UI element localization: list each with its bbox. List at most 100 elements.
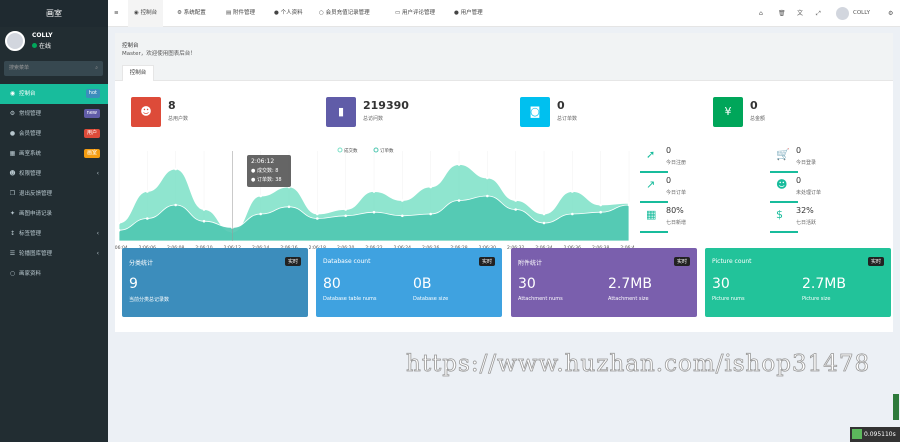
side-stat-value: 80% [666,206,684,215]
data-point[interactable] [514,199,517,202]
translate-icon[interactable]: 文 [797,0,803,27]
sidebar-item-0[interactable]: ◉ 控制台 hot [0,84,108,104]
fullscreen-icon[interactable]: ⤢ [816,0,821,27]
data-point[interactable] [542,212,546,216]
tab-dashboard[interactable]: 控制台 [122,65,154,81]
data-point[interactable] [542,221,546,225]
data-point[interactable] [287,205,291,209]
settings-gear-icon[interactable]: ⚙ [888,0,893,27]
card-value-1: 30 [712,276,730,292]
summary-card-0: 分类统计 实时 9 当前分类总记录数 [122,248,308,317]
sidebar-item-label: 画图申请记录 [19,211,53,217]
data-point[interactable] [401,199,404,202]
legend-item[interactable]: 成交数 [337,147,358,154]
data-point[interactable] [571,190,574,193]
data-point[interactable] [316,212,319,216]
sidebar-item-6[interactable]: ✦ 画图申请记录 [0,204,108,224]
sort-icon: ↕ [9,230,16,237]
tab-1[interactable]: ⚙ 系统配置 [171,0,212,27]
data-point[interactable] [401,214,404,218]
tab-label: 系统配置 [183,10,206,16]
menu-toggle-icon[interactable]: ≡ [114,0,119,27]
sidebar-item-3[interactable]: ▦ 画室系统 画室 [0,144,108,164]
search-icon[interactable]: ⌕ [95,61,98,76]
data-point[interactable] [486,194,489,198]
tab-5[interactable]: ▭ 用户评论管理 [389,0,441,27]
app-logo[interactable]: 画室 [0,0,108,27]
rocket-icon: ➚ [646,148,656,161]
data-point[interactable] [259,212,262,216]
data-point[interactable] [372,190,376,193]
sidebar-menu: ◉ 控制台 hot ⚙ 常规管理 new ● 会员管理 用户 ▦ 画室系统 画室 ☻ 权限管理 ‹ ❐ 退出反馈… [0,84,108,284]
tab-2[interactable]: ▤ 附件管理 [220,0,261,27]
cog-icon: ⚙ [177,10,184,16]
topbar-user-name[interactable]: COLLY [853,0,870,27]
stat-value: 8 [168,99,176,112]
legend-item[interactable]: 订单数 [373,147,394,154]
data-point[interactable] [174,203,177,207]
tab-3[interactable]: ● 个人资料 [268,0,309,27]
card-sublabel-2: Attachment size [608,296,649,302]
sidebar-item-5[interactable]: ❐ 退出反馈管理 [0,184,108,204]
timing-badge: 0.095110s [850,427,900,442]
summary-card-2: 附件统计 实时 30 Attachment nums 2.7MB Attachment s… [511,248,697,317]
sidebar-search-input[interactable]: 搜索菜单 ⌕ [4,61,103,76]
sidebar-item-2[interactable]: ● 会员管理 用户 [0,124,108,144]
sidebar-item-7[interactable]: ↕ 标签管理 ‹ [0,224,108,244]
data-point[interactable] [372,210,376,214]
data-point[interactable] [486,176,489,180]
tab-4[interactable]: ○ 会员充值记录管理 [313,0,376,27]
list-icon: ☰ [9,250,16,257]
data-point[interactable] [202,219,206,223]
data-point[interactable] [117,228,121,232]
chevron-left-icon: ‹ [96,170,99,177]
data-point[interactable] [599,203,602,207]
avatar [5,31,25,51]
data-point[interactable] [457,199,461,202]
data-point[interactable] [627,203,631,207]
sidebar-item-9[interactable]: ○ 画家资料 [0,264,108,284]
data-point[interactable] [202,208,206,211]
data-point[interactable] [259,194,262,198]
menu-badge: new [83,109,100,118]
data-point[interactable] [316,217,319,220]
data-point[interactable] [146,217,149,220]
card-sublabel-1: Picture nums [712,296,745,302]
data-point[interactable] [146,190,149,193]
tab-label: 用户管理 [460,10,483,16]
data-point[interactable] [599,210,602,214]
page-header: 控制台 Master，欢迎使用图表后台！ 控制台 [115,33,893,81]
data-point[interactable] [344,208,347,211]
data-point[interactable] [117,221,121,225]
stat-label: 总访问数 [363,116,384,122]
side-stat-3: ☻ 0 未处理订单 [770,173,886,203]
card-sublabel-1: Database table nums [323,296,377,302]
topbar-avatar[interactable] [836,7,849,20]
sidebar-item-label: 会员管理 [19,131,42,137]
dashboard-content: 控制台 Master，欢迎使用图表后台！ 控制台 ☻ 8 总用户数 ▮ 219390 总访… [115,33,893,332]
data-point[interactable] [457,163,461,166]
tab-6[interactable]: ● 用户管理 [448,0,489,27]
card-value-2: 0B [413,276,432,292]
data-point[interactable] [514,208,517,211]
side-stat-5: $32% 七日活跃 [770,203,886,233]
scrollbar[interactable] [893,394,899,420]
chevron-left-icon: ‹ [96,230,99,237]
data-point[interactable] [174,167,177,171]
data-point[interactable] [571,212,574,216]
data-point[interactable] [429,212,432,216]
side-stat-label: 七日活跃 [796,220,817,226]
home-icon[interactable]: ⌂ [759,0,763,27]
sidebar-item-8[interactable]: ☰ 轮播图库管理 ‹ [0,244,108,264]
sidebar-item-1[interactable]: ⚙ 常规管理 new [0,104,108,124]
trash-icon[interactable]: 🗑 [778,0,786,27]
tab-0[interactable]: ◉ 控制台 [128,0,164,27]
data-point[interactable] [429,185,432,189]
realtime-badge: 实时 [867,257,884,266]
side-stat-value: 0 [796,146,802,155]
sidebar-item-label: 控制台 [19,91,36,97]
sidebar-item-4[interactable]: ☻ 权限管理 ‹ [0,164,108,184]
side-stat-label: 未处理订单 [796,190,822,196]
dashboard-icon: ◉ [9,90,16,97]
data-point[interactable] [344,214,347,218]
